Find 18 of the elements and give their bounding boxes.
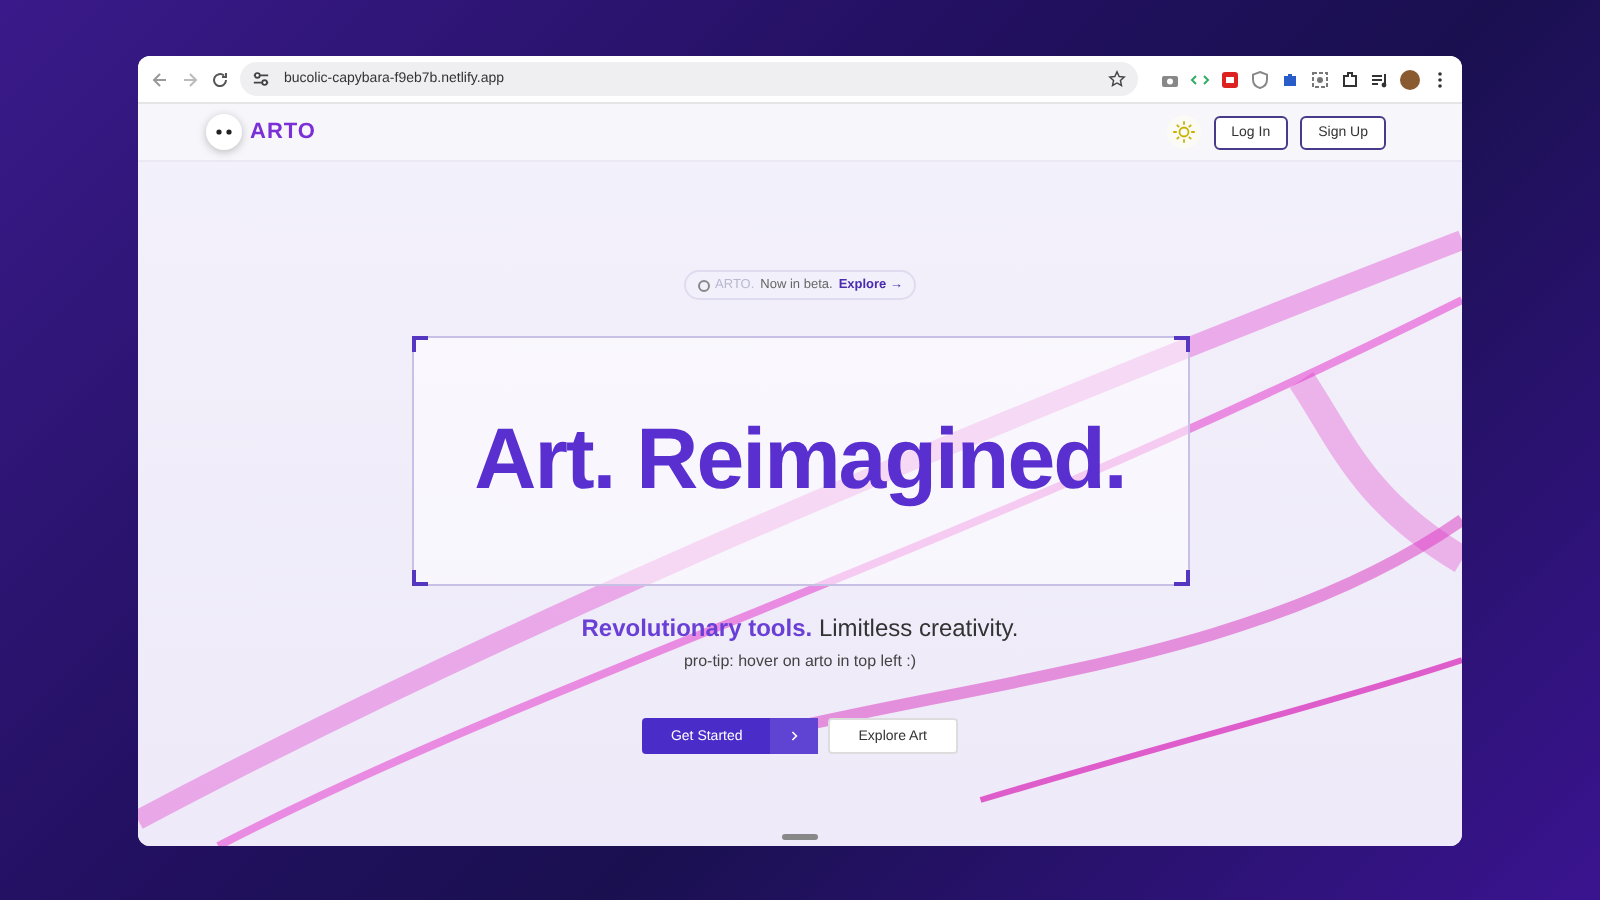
site-settings-icon[interactable]	[252, 70, 270, 88]
reload-icon[interactable]	[210, 69, 230, 89]
media-icon[interactable]	[1370, 69, 1390, 89]
tip-text: pro-tip: hover on arto in top left :)	[683, 652, 917, 670]
extensions-icon[interactable]	[1340, 69, 1360, 89]
scroll-handle[interactable]	[782, 834, 818, 840]
logo-wordmark[interactable]: ARTO	[250, 120, 316, 144]
scan-icon[interactable]	[1310, 69, 1330, 89]
profile-avatar[interactable]	[1400, 69, 1420, 89]
circle-icon	[697, 279, 710, 291]
chevron-icon	[786, 728, 803, 744]
star-icon[interactable]	[1108, 70, 1126, 88]
headline: Art. Reimagined.	[474, 412, 1126, 510]
shield-icon[interactable]	[1250, 69, 1270, 89]
ghost-mascot-icon[interactable]	[204, 112, 244, 152]
extension-icon[interactable]	[1220, 69, 1240, 89]
code-icon[interactable]	[1190, 69, 1210, 89]
back-icon[interactable]	[150, 69, 170, 89]
